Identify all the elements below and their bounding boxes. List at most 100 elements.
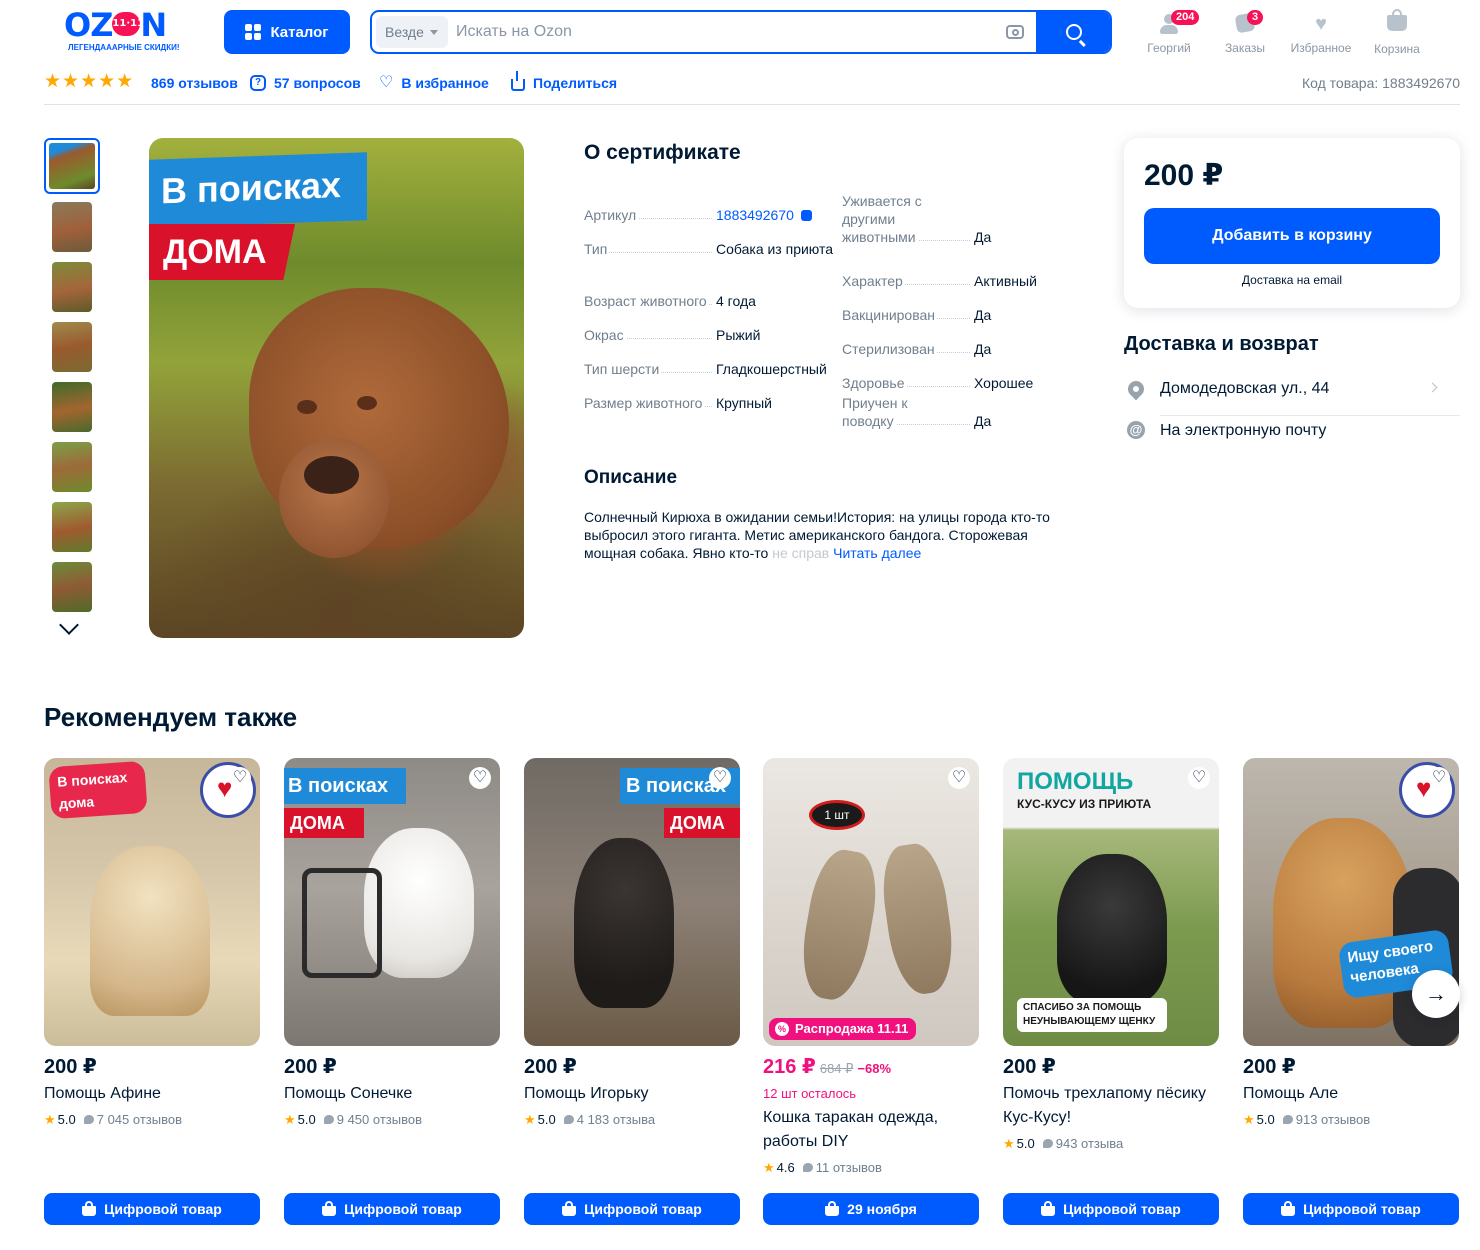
search-input[interactable] xyxy=(456,18,996,46)
share-link[interactable]: Поделиться xyxy=(511,71,618,91)
search-bar: Везде xyxy=(370,10,1112,54)
heart-outline-icon: ♡ xyxy=(379,74,394,91)
nav-orders[interactable]: 3 Заказы xyxy=(1210,10,1280,55)
card-price: 200 ₽ xyxy=(524,1056,577,1078)
spec-name: Вакцинирован xyxy=(842,307,938,323)
recommend-carousel: В поискахдома ♡ 200 ₽ Помощь Афине ★5.07… xyxy=(44,758,1460,1228)
favorites-label: В избранное xyxy=(401,75,489,91)
card-title[interactable]: Помощь Сонечке xyxy=(284,1082,500,1106)
product-main-photo[interactable]: В поисках ДОМА xyxy=(149,138,524,638)
product-card[interactable]: 1 шт ♡ % Распродажа 11.11 216 ₽684 ₽ −68% … xyxy=(763,758,979,1228)
spec-name: Характер xyxy=(842,273,905,289)
heart-icon[interactable]: ♡ xyxy=(948,767,970,789)
spec-name: Возраст животного xyxy=(584,293,709,309)
price-card: 200 ₽ Добавить в корзину Доставка на ema… xyxy=(1124,138,1460,308)
ozon-logo[interactable]: OZ11·11N ЛЕГЕНДАААРНЫЕ СКИДКИ! xyxy=(64,8,204,56)
product-card[interactable]: В поисках ДОМА ♡ 200 ₽ Помощь Игорьку ★ 5… xyxy=(524,758,740,1228)
spec-name: Здоровье xyxy=(842,375,907,391)
card-title[interactable]: Помощь Игорьку xyxy=(524,1082,740,1106)
search-scope-select[interactable]: Везде xyxy=(376,16,448,48)
card-title[interactable]: Помочь трехлапому пёсику Кус-Кусу! xyxy=(1003,1082,1219,1130)
grid-icon xyxy=(245,24,262,40)
recommend-title: Рекомендуем также xyxy=(44,702,298,732)
share-label: Поделиться xyxy=(533,75,618,91)
description-title: Описание xyxy=(584,467,678,488)
spec-row: Тип Собака из приюта xyxy=(584,218,834,258)
comment-icon xyxy=(1042,1139,1053,1148)
card-image-banner: В поисках дома xyxy=(48,760,148,820)
product-card[interactable]: В поискахдома ♡ 200 ₽ Помощь Афине ★5.07… xyxy=(44,758,260,1228)
card-cart-button[interactable]: Цифровой товар xyxy=(284,1193,500,1225)
nav-favorites[interactable]: ♥ Избранное xyxy=(1286,12,1356,55)
search-scope-value: Везде xyxy=(385,24,424,40)
product-code: Код товара: 1883492670 xyxy=(1301,75,1460,91)
thumbnail[interactable] xyxy=(52,442,92,492)
product-card-image[interactable]: В поисках ДОМА ♡ xyxy=(284,758,500,1046)
search-icon xyxy=(1066,24,1082,40)
stock-left: 12 шт осталось xyxy=(763,1086,857,1101)
chevron-down-icon[interactable] xyxy=(59,615,79,635)
read-more-link[interactable]: Читать далее xyxy=(833,545,921,561)
sale-icon: % xyxy=(775,1022,789,1036)
thumbnail[interactable] xyxy=(52,382,92,432)
delivery-address-row[interactable]: Домодедовская ул., 44 xyxy=(1124,376,1460,416)
card-title[interactable]: Помощь Але xyxy=(1243,1082,1459,1106)
heart-icon[interactable]: ♡ xyxy=(229,767,251,789)
card-image-banner: В поисках xyxy=(284,768,406,804)
star-icon: ★ xyxy=(284,1112,296,1127)
star-icon: ★ xyxy=(763,1160,775,1175)
heart-icon[interactable]: ♡ xyxy=(469,767,491,789)
card-cart-button[interactable]: Цифровой товар xyxy=(1003,1193,1219,1225)
spec-name: Артикул xyxy=(584,207,639,223)
heart-icon[interactable]: ♡ xyxy=(1188,767,1210,789)
product-card-image[interactable]: 1 шт ♡ % Распродажа 11.11 xyxy=(763,758,979,1046)
nav-profile[interactable]: 204 Георгий xyxy=(1134,10,1204,55)
spec-name: Тип шерсти xyxy=(584,361,662,377)
star-icon: ★ xyxy=(1003,1136,1015,1151)
add-to-cart-button[interactable]: Добавить в корзину xyxy=(1144,208,1440,264)
heart-icon[interactable]: ♡ xyxy=(1428,767,1450,789)
questions-link[interactable]: ? 57 вопросов xyxy=(250,75,361,91)
comment-icon xyxy=(1282,1115,1293,1124)
card-cart-button[interactable]: Цифровой товар xyxy=(44,1193,260,1225)
reviews-link[interactable]: 869 отзывов xyxy=(151,75,238,91)
orders-badge: 3 xyxy=(1247,10,1264,25)
thumbnail[interactable] xyxy=(52,562,92,612)
card-image-banner: КУС-КУСУ ИЗ ПРИЮТА xyxy=(1017,797,1152,811)
catalog-label: Каталог xyxy=(270,23,329,41)
star-icon: ★ xyxy=(44,1112,56,1127)
add-to-favorites-link[interactable]: ♡ В избранное xyxy=(379,74,489,92)
product-card[interactable]: В поисках ДОМА ♡ 200 ₽ Помощь Сонечке ★ 5… xyxy=(284,758,500,1228)
divider xyxy=(44,104,1460,105)
nav-profile-label: Георгий xyxy=(1147,41,1191,55)
thumbnail[interactable] xyxy=(52,262,92,312)
cart-icon xyxy=(82,1200,97,1216)
product-card-image[interactable]: ПОМОЩЬ КУС-КУСУ ИЗ ПРИЮТА СПАСИБО ЗА ПОМ… xyxy=(1003,758,1219,1046)
card-title[interactable]: Кошка таракан одежда, работы DIY xyxy=(763,1106,979,1154)
carousel-next-button[interactable]: → xyxy=(1412,970,1460,1018)
search-button[interactable] xyxy=(1036,12,1110,52)
card-title[interactable]: Помощь Афине xyxy=(44,1082,260,1106)
product-card[interactable]: ПОМОЩЬ КУС-КУСУ ИЗ ПРИЮТА СПАСИБО ЗА ПОМ… xyxy=(1003,758,1219,1228)
product-card-image[interactable]: В поисках ДОМА ♡ xyxy=(524,758,740,1046)
thumbnail-strip xyxy=(44,138,100,638)
thumbnail[interactable] xyxy=(44,138,100,194)
product-meta-row: ★★★★★ 869 отзывов ? 57 вопросов ♡ В избран… xyxy=(44,71,1460,94)
catalog-button[interactable]: Каталог xyxy=(224,10,350,54)
chevron-down-icon xyxy=(429,29,438,35)
comment-icon xyxy=(83,1115,94,1124)
thumbnail[interactable] xyxy=(52,502,92,552)
card-cart-button[interactable]: 29 ноября xyxy=(763,1193,979,1225)
heart-icon[interactable]: ♡ xyxy=(709,767,731,789)
delivery-note: Доставка на email xyxy=(1241,273,1343,287)
product-card-image[interactable]: В поискахдома ♡ xyxy=(44,758,260,1046)
thumbnail[interactable] xyxy=(52,202,92,252)
photo-banner-bottom: ДОМА xyxy=(149,224,295,280)
card-cart-button[interactable]: Цифровой товар xyxy=(1243,1193,1459,1225)
nav-cart[interactable]: Корзина xyxy=(1362,9,1432,56)
spec-name: Стерилизован xyxy=(842,341,937,357)
card-cart-button[interactable]: Цифровой товар xyxy=(524,1193,740,1225)
thumbnail[interactable] xyxy=(52,322,92,372)
profile-badge: 204 xyxy=(1171,10,1200,25)
camera-icon[interactable] xyxy=(1006,25,1024,39)
